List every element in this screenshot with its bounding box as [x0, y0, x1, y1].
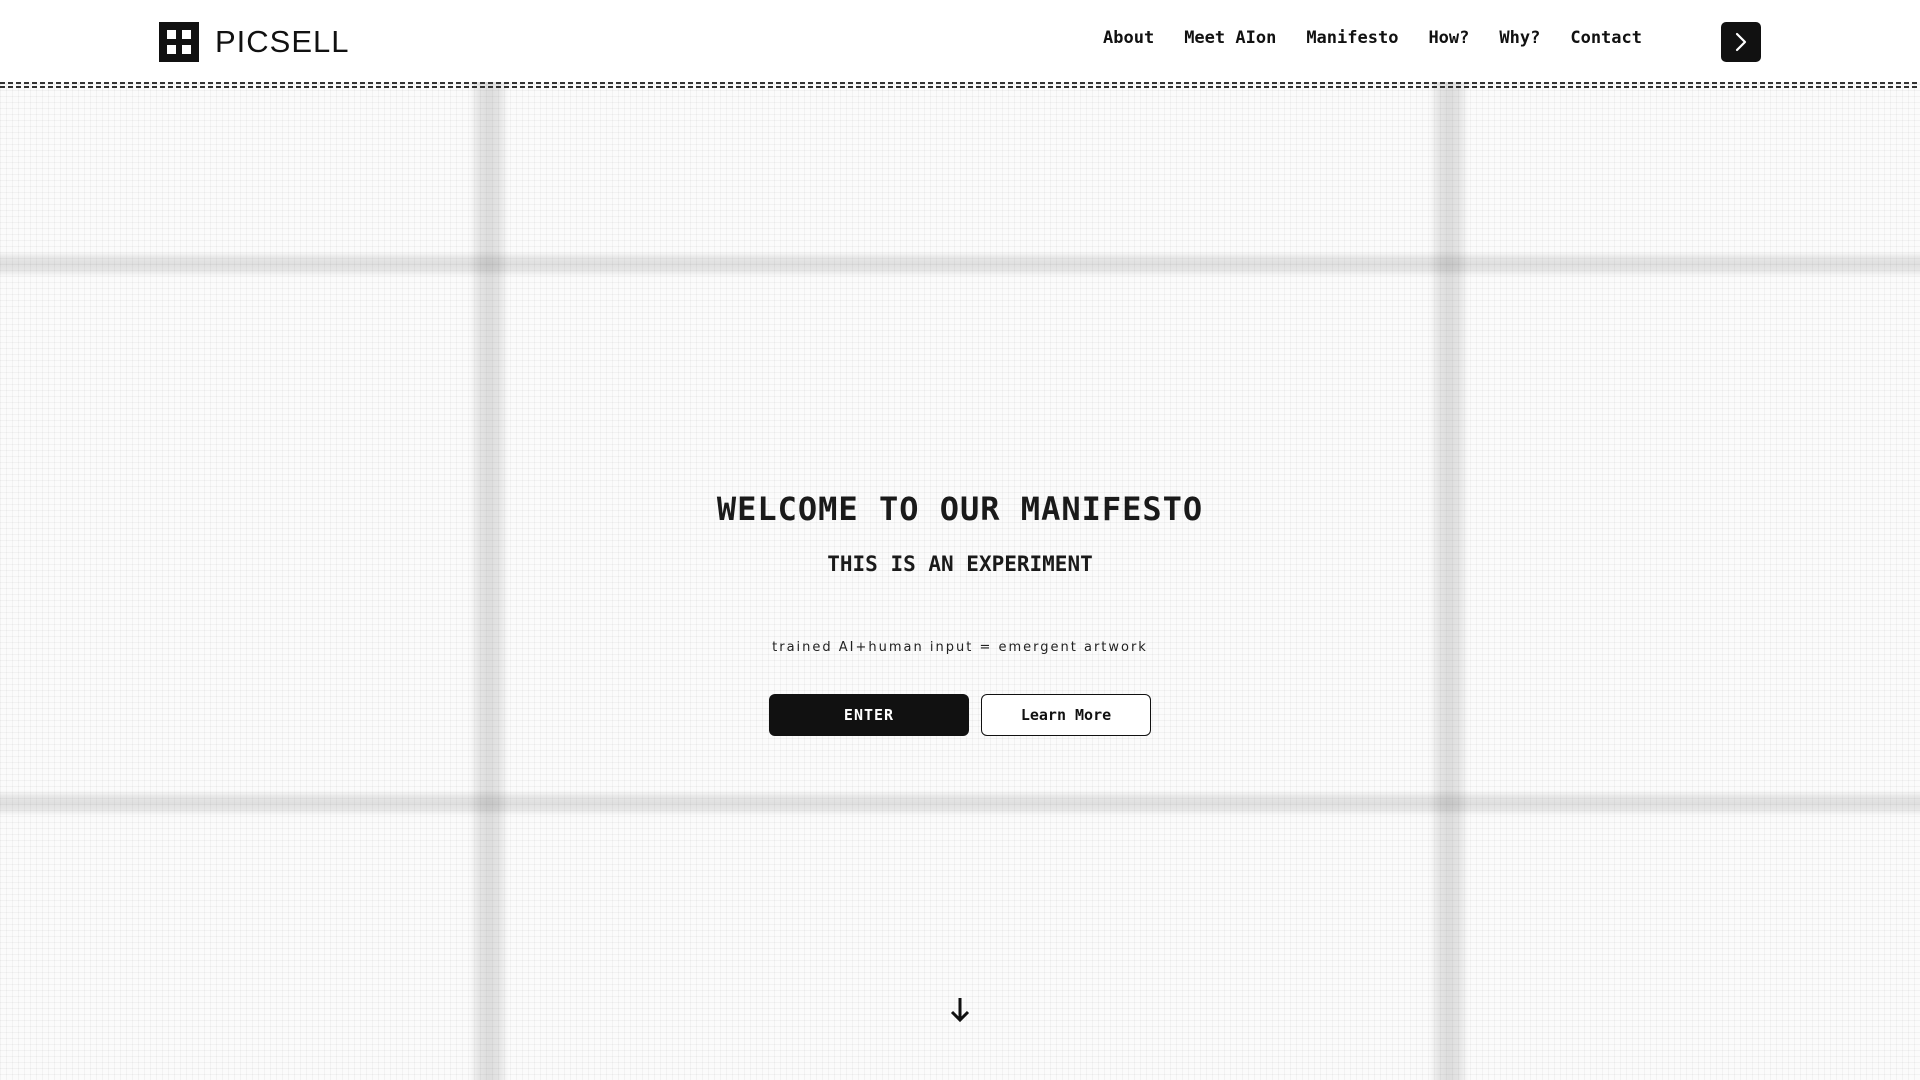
background-grid-stripe: [0, 251, 1920, 277]
nav-why[interactable]: Why?: [1499, 28, 1540, 48]
background-grid-stripe: [0, 790, 1920, 816]
site-header: PICSELL About Meet AIon Manifesto How? W…: [0, 0, 1920, 82]
hero-subtitle: THIS IS AN EXPERIMENT: [827, 552, 1093, 576]
hero-title: WELCOME TO OUR MANIFESTO: [716, 490, 1204, 528]
logo-mark-icon: [159, 22, 199, 62]
nav-about[interactable]: About: [1103, 28, 1154, 48]
hero: WELCOME TO OUR MANIFESTO THIS IS AN EXPE…: [0, 490, 1920, 655]
nav-how[interactable]: How?: [1428, 28, 1469, 48]
arrow-down-icon[interactable]: [948, 996, 972, 1024]
nav-meet-aion[interactable]: Meet AIon: [1184, 28, 1276, 48]
page: PICSELL About Meet AIon Manifesto How? W…: [0, 0, 1920, 1080]
hero-tagline: trained AI+human input = emergent artwor…: [772, 640, 1148, 655]
enter-button[interactable]: ENTER: [769, 694, 969, 736]
header-divider: [0, 82, 1920, 88]
learn-more-button[interactable]: Learn More: [981, 694, 1151, 736]
logo-text: PICSELL: [215, 24, 350, 59]
next-button[interactable]: [1721, 22, 1761, 62]
cta-buttons: ENTER Learn More: [769, 694, 1151, 736]
logo[interactable]: PICSELL: [159, 22, 350, 62]
nav-contact[interactable]: Contact: [1570, 28, 1642, 48]
chevron-right-icon: [1735, 32, 1747, 52]
main-nav: About Meet AIon Manifesto How? Why? Cont…: [1103, 28, 1672, 48]
nav-manifesto[interactable]: Manifesto: [1306, 28, 1398, 48]
